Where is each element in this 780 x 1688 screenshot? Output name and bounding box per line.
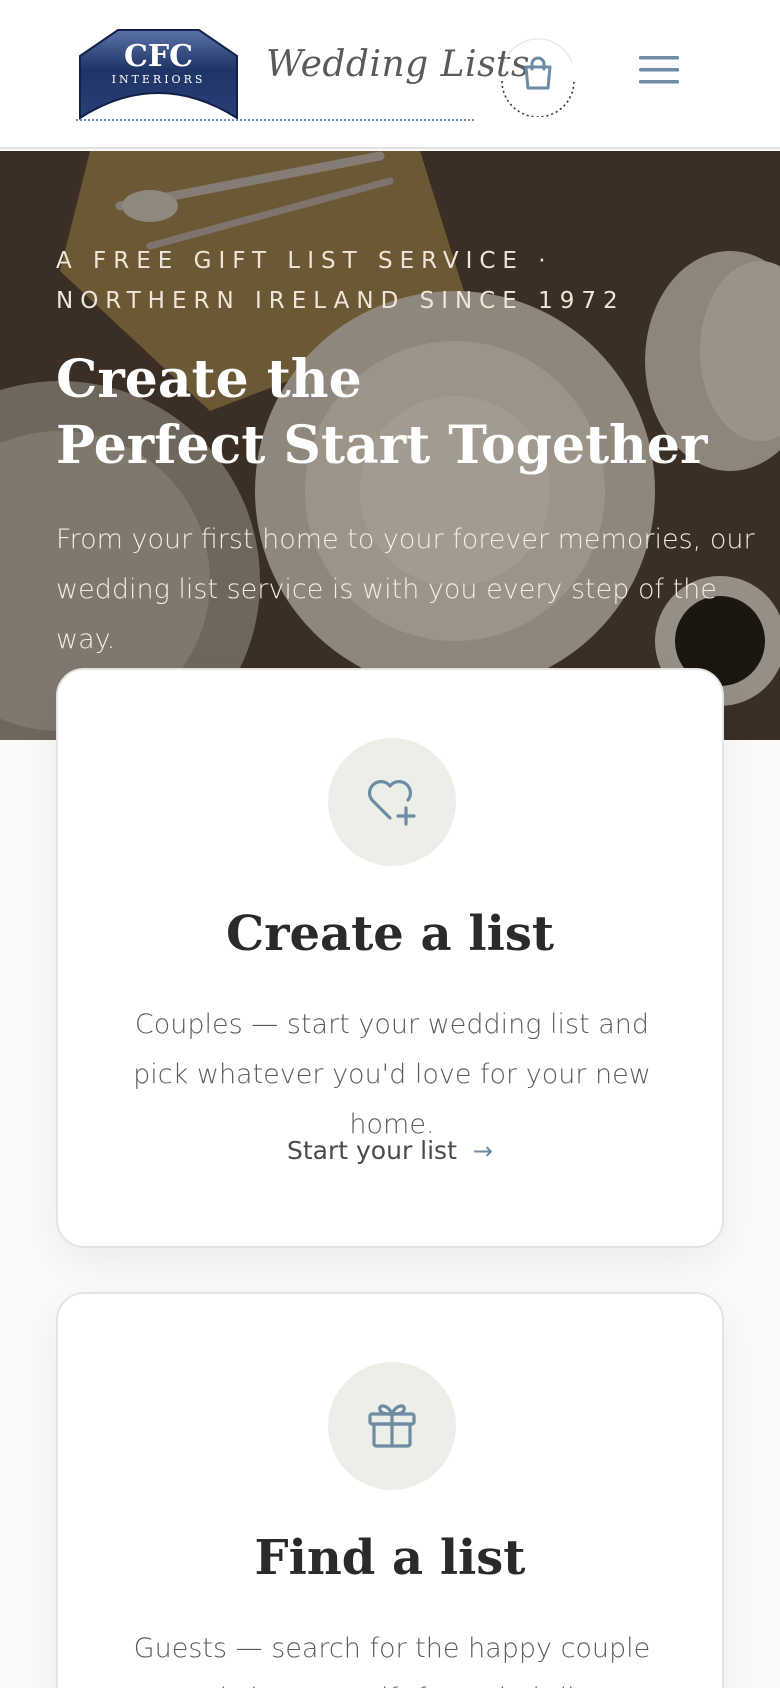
- brand-title[interactable]: Wedding Lists: [266, 44, 530, 85]
- create-list-description: Couples — start your wedding list and pi…: [133, 1009, 651, 1140]
- heart-plus-icon: [364, 774, 420, 830]
- cfc-interiors-logo[interactable]: CFC INTERIORS: [78, 28, 239, 120]
- hero-eyebrow: A free gift list service · Northern Irel…: [56, 248, 625, 314]
- start-your-list-label: Start your list: [286, 1136, 457, 1165]
- find-list-card[interactable]: Find a list Guests — search for the happ…: [56, 1292, 724, 1688]
- create-list-card[interactable]: Create a list Couples — start your weddi…: [56, 668, 724, 1248]
- brand-underline: [76, 119, 474, 121]
- hamburger-menu-icon: [639, 54, 679, 90]
- start-your-list-link[interactable]: Start your list →: [58, 1136, 722, 1165]
- svg-text:INTERIORS: INTERIORS: [112, 73, 206, 86]
- find-list-description: Guests — search for the happy couple and…: [133, 1633, 651, 1688]
- create-list-title: Create a list: [225, 906, 555, 962]
- find-list-title: Find a list: [254, 1530, 526, 1586]
- gift-icon: [366, 1398, 418, 1454]
- hero-subtitle: From your first home to your forever mem…: [56, 524, 755, 655]
- hero-title-line-2: Perfect Start Together: [56, 415, 708, 476]
- cart-button[interactable]: [496, 33, 580, 117]
- card-icon-circle: [328, 1362, 456, 1490]
- arrow-right-icon: →: [472, 1136, 493, 1165]
- svg-text:CFC: CFC: [124, 39, 193, 74]
- hero-title-line-1: Create the: [56, 349, 362, 410]
- hero-banner: A free gift list service · Northern Irel…: [0, 151, 780, 740]
- cart-ring-decoration: [501, 38, 575, 117]
- menu-button[interactable]: [632, 50, 686, 94]
- site-header: CFC INTERIORS Wedding Lists: [0, 0, 780, 149]
- hero-title: Create the Perfect Start Together: [56, 347, 736, 479]
- card-icon-circle: [328, 738, 456, 866]
